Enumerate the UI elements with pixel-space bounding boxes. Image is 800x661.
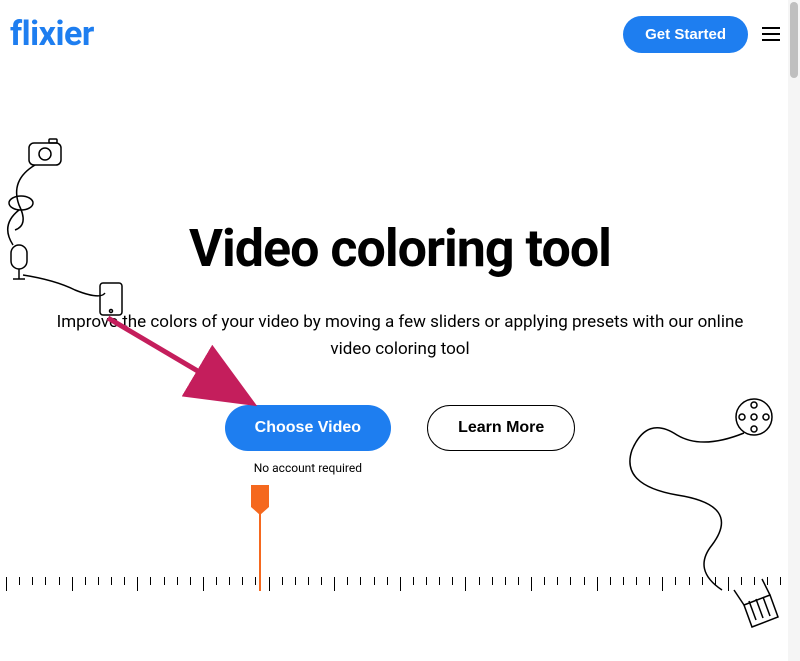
- page-title: Video coloring tool: [40, 218, 760, 279]
- scrollbar-thumb[interactable]: [790, 2, 798, 78]
- subtitle: Improve the colors of your video by movi…: [55, 309, 745, 363]
- hamburger-menu-icon[interactable]: [762, 27, 780, 41]
- get-started-button[interactable]: Get Started: [623, 16, 748, 53]
- logo[interactable]: flixier: [10, 14, 94, 54]
- learn-more-button[interactable]: Learn More: [427, 405, 575, 451]
- primary-cta-col: Choose Video No account required: [225, 405, 391, 475]
- header: flixier Get Started: [0, 0, 800, 68]
- scrollbar-track[interactable]: [788, 0, 800, 661]
- choose-video-button[interactable]: Choose Video: [225, 405, 391, 451]
- timeline: [0, 471, 788, 591]
- header-actions: Get Started: [623, 16, 780, 53]
- timeline-ticks: [0, 577, 788, 591]
